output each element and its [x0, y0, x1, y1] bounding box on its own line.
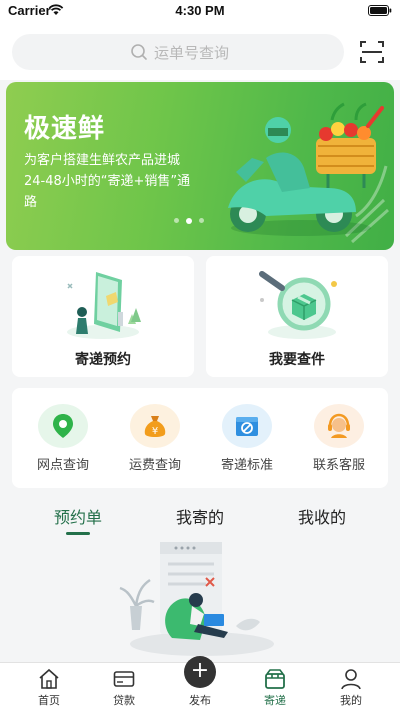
headset-icon: [314, 404, 364, 448]
tabbar-publish[interactable]: + 发布: [165, 656, 235, 710]
pagination-dot: [174, 218, 179, 223]
tabbar-label: 我的: [340, 694, 362, 707]
card-icon: [113, 671, 135, 687]
money-bag-icon: ¥: [130, 404, 180, 448]
delivery-scooter-illustration: [228, 102, 389, 244]
tabbar-label: 寄递: [264, 694, 286, 707]
scan-icon[interactable]: [360, 40, 384, 64]
service-label: 运费查询: [128, 458, 181, 473]
search-placeholder: 运单号查询: [154, 44, 230, 62]
services-panel: 网点查询 ¥ 运费查询 寄递标准 联系客服: [12, 388, 388, 488]
plus-icon: +: [184, 656, 216, 688]
promo-banner[interactable]: 极速鲜 为客户搭建生鲜农产品进城24-48小时的“寄递+销售”通路: [6, 82, 394, 250]
magnifier-package-illustration: [259, 271, 337, 339]
phone-package-illustration: [67, 272, 141, 339]
service-label: 寄递标准: [220, 458, 273, 473]
tabbar-home[interactable]: 首页: [14, 663, 84, 710]
tab-label: 我收的: [297, 508, 346, 527]
tab-label: 预约单: [53, 508, 102, 527]
user-icon: [341, 669, 361, 690]
svg-text:¥: ¥: [152, 426, 158, 437]
restricted-box-icon: [222, 404, 272, 448]
search-icon: [131, 44, 147, 60]
bottom-tab-bar: 首页 贷款 + 发布 寄递 我的: [0, 656, 400, 710]
home-icon: [39, 668, 59, 689]
empty-orders-illustration: [119, 542, 274, 656]
tab-appointments[interactable]: 预约单: [18, 504, 138, 535]
parcel-box-icon: [265, 669, 285, 689]
banner-description: 为客户搭建生鲜农产品进城24-48小时的“寄递+销售”通路: [24, 153, 191, 210]
tab-label: 我寄的: [175, 508, 224, 527]
service-customer-support[interactable]: 联系客服: [294, 404, 384, 484]
banner-title: 极速鲜: [24, 114, 106, 144]
tabbar-label: 贷款: [113, 694, 135, 707]
battery-icon: [368, 5, 392, 16]
tab-sent[interactable]: 我寄的: [140, 504, 260, 528]
service-outlet-search[interactable]: 网点查询: [18, 404, 108, 484]
service-label: 联系客服: [312, 458, 365, 473]
header: 运单号查询: [0, 22, 400, 80]
track-parcel-card[interactable]: 我要查件: [206, 256, 388, 377]
tab-received[interactable]: 我收的: [262, 504, 382, 528]
tabbar-loan[interactable]: 贷款: [89, 663, 159, 710]
order-tabs: 预约单 我寄的 我收的: [0, 500, 400, 536]
search-input[interactable]: 运单号查询: [12, 34, 344, 70]
status-bar: Carrier 4:30 PM: [0, 0, 400, 22]
tabbar-label: 发布: [189, 694, 211, 707]
service-mailing-standard[interactable]: 寄递标准: [202, 404, 292, 484]
tabbar-profile[interactable]: 我的: [316, 663, 386, 710]
pagination-dot: [199, 218, 204, 223]
tabbar-mailing[interactable]: 寄递: [240, 663, 310, 710]
banner-pagination: [174, 210, 211, 224]
service-label: 网点查询: [36, 458, 89, 473]
service-freight-query[interactable]: ¥ 运费查询: [110, 404, 200, 484]
track-parcel-label: 我要查件: [269, 352, 325, 368]
tabbar-label: 首页: [38, 694, 60, 707]
booking-card[interactable]: 寄递预约: [12, 256, 194, 377]
pagination-dot-active: [186, 217, 192, 224]
tab-active-indicator: [66, 532, 90, 535]
booking-label: 寄递预约: [75, 352, 131, 368]
location-pin-icon: [38, 404, 88, 448]
clock: 4:30 PM: [175, 3, 225, 18]
